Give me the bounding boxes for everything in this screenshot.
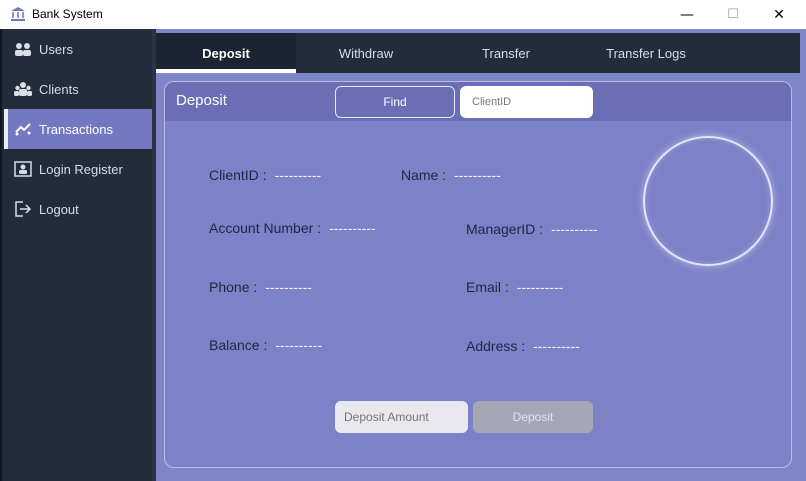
tab-withdraw[interactable]: Withdraw [296, 33, 436, 73]
close-icon: ✕ [773, 6, 785, 23]
sidebar: Users Clients Transactions Login Registe… [0, 29, 154, 481]
card-title: Deposit [176, 92, 227, 109]
balance-label: Balance : [209, 337, 268, 353]
transactions-icon [14, 120, 32, 138]
minimize-icon: — [680, 6, 694, 23]
tab-bar: Deposit Withdraw Transfer Transfer Logs [156, 33, 800, 73]
sidebar-item-logout[interactable]: Logout [4, 189, 154, 229]
email-field: Email : ---------- [466, 279, 563, 295]
main-panel: Deposit Withdraw Transfer Transfer Logs … [152, 29, 806, 481]
login-register-icon [14, 160, 32, 178]
phone-field: Phone : ---------- [209, 279, 312, 295]
tab-transfer-logs[interactable]: Transfer Logs [576, 33, 716, 73]
name-value: ---------- [454, 167, 501, 183]
deposit-button[interactable]: Deposit [473, 401, 593, 433]
title-bar: Bank System — ☐ ✕ [0, 0, 806, 29]
sidebar-item-label: Login Register [39, 161, 123, 177]
deposit-amount-input[interactable] [335, 401, 468, 433]
balance-field: Balance : ---------- [209, 337, 322, 353]
client-id-input[interactable] [460, 86, 593, 118]
deposit-card: Deposit Find ClientID : ---------- Name :… [164, 81, 792, 468]
window-title: Bank System [32, 7, 103, 21]
clients-icon [14, 80, 32, 98]
close-button[interactable]: ✕ [756, 0, 802, 29]
card-header: Deposit Find [165, 82, 791, 121]
sidebar-item-transactions[interactable]: Transactions [4, 109, 154, 149]
bank-icon [10, 6, 26, 22]
address-value: ---------- [533, 338, 580, 354]
sidebar-item-login-register[interactable]: Login Register [4, 149, 154, 189]
balance-value: ---------- [275, 337, 322, 353]
name-label: Name : [401, 167, 447, 183]
minimize-button[interactable]: — [664, 0, 710, 29]
manager-id-label: ManagerID : [466, 221, 544, 237]
tab-deposit[interactable]: Deposit [156, 33, 296, 73]
account-number-value: ---------- [329, 220, 376, 236]
manager-id-value: ---------- [551, 221, 598, 237]
sidebar-item-label: Logout [39, 201, 79, 217]
account-number-field: Account Number : ---------- [209, 220, 376, 236]
account-number-label: Account Number : [209, 220, 322, 236]
phone-label: Phone : [209, 279, 258, 295]
address-label: Address : [466, 338, 526, 354]
email-label: Email : [466, 279, 509, 295]
logout-icon [14, 200, 32, 218]
name-field: Name : ---------- [401, 167, 501, 183]
manager-id-field: ManagerID : ---------- [466, 221, 598, 237]
client-id-label: ClientID : [209, 167, 267, 183]
client-id-field: ClientID : ---------- [209, 167, 321, 183]
users-icon [14, 40, 32, 58]
address-field: Address : ---------- [466, 338, 580, 354]
maximize-icon: ☐ [727, 7, 739, 22]
sidebar-item-clients[interactable]: Clients [4, 69, 154, 109]
client-avatar [643, 136, 773, 266]
tab-transfer[interactable]: Transfer [436, 33, 576, 73]
email-value: ---------- [516, 279, 564, 295]
maximize-button[interactable]: ☐ [710, 0, 756, 29]
sidebar-item-label: Users [39, 41, 73, 57]
client-id-value: ---------- [274, 167, 322, 183]
sidebar-item-label: Clients [39, 81, 79, 97]
sidebar-item-users[interactable]: Users [4, 29, 154, 69]
sidebar-item-label: Transactions [39, 121, 113, 137]
find-button[interactable]: Find [335, 86, 455, 118]
phone-value: ---------- [265, 279, 312, 295]
